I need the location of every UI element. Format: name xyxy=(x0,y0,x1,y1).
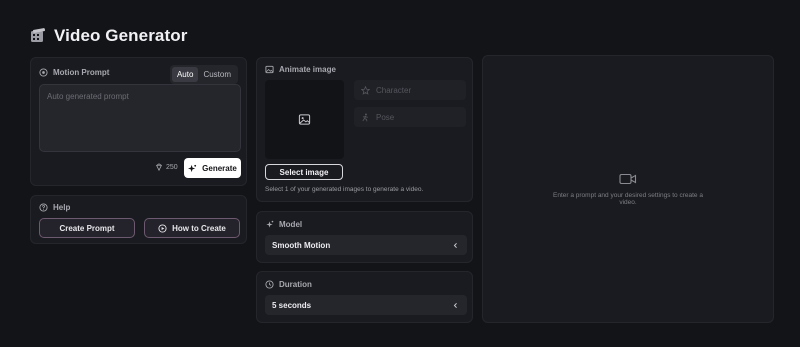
prompt-mode-toggle: Auto Custom xyxy=(169,65,238,84)
image-placeholder-icon xyxy=(298,114,311,125)
preview-empty-state: Enter a prompt and your desired settings… xyxy=(483,172,773,207)
animate-image-label: Animate image xyxy=(279,65,336,74)
duration-header: Duration xyxy=(265,280,312,289)
motion-prompt-panel: Motion Prompt Auto Custom Auto generated… xyxy=(30,57,247,186)
create-prompt-button[interactable]: Create Prompt xyxy=(39,218,135,238)
clock-icon xyxy=(265,280,274,289)
sparkle-icon xyxy=(188,164,197,172)
motion-prompt-label: Motion Prompt xyxy=(53,68,110,77)
credits-value: 250 xyxy=(166,163,178,171)
help-header: Help xyxy=(39,203,70,212)
film-icon xyxy=(31,28,46,42)
model-value: Smooth Motion xyxy=(272,240,331,250)
credits-cost: 250 xyxy=(155,163,178,171)
duration-select[interactable]: 5 seconds xyxy=(265,295,467,315)
select-image-button[interactable]: Select image xyxy=(265,164,343,180)
video-preview-panel: Enter a prompt and your desired settings… xyxy=(482,55,774,323)
animate-image-header: Animate image xyxy=(265,65,336,74)
chevron-left-icon xyxy=(453,302,457,308)
model-panel: Model Smooth Motion xyxy=(256,211,473,263)
duration-panel: Duration 5 seconds xyxy=(256,271,473,323)
image-drop-area[interactable] xyxy=(265,80,344,159)
model-label: Model xyxy=(279,220,303,229)
mode-custom-button[interactable]: Custom xyxy=(198,67,236,82)
generate-button[interactable]: Generate xyxy=(184,158,241,178)
animate-image-panel: Animate image Character Pose Select imag… xyxy=(256,57,473,202)
image-icon xyxy=(265,65,274,74)
character-option[interactable]: Character xyxy=(354,80,466,100)
page-title: Video Generator xyxy=(54,26,188,45)
mode-auto-button[interactable]: Auto xyxy=(171,67,199,82)
create-prompt-label: Create Prompt xyxy=(59,223,115,233)
help-icon xyxy=(39,203,48,212)
help-panel: Help Create Prompt How to Create xyxy=(30,195,247,244)
chevron-left-icon xyxy=(453,242,457,248)
page-header: Video Generator xyxy=(30,26,187,46)
motion-icon xyxy=(39,68,48,77)
video-camera-icon xyxy=(619,173,637,185)
pose-label: Pose xyxy=(376,112,395,122)
how-to-create-label: How to Create xyxy=(172,223,226,233)
preview-empty-text: Enter a prompt and your desired settings… xyxy=(553,192,703,207)
prompt-input[interactable]: Auto generated prompt xyxy=(39,84,241,152)
duration-value: 5 seconds xyxy=(272,300,312,310)
play-icon xyxy=(158,223,167,233)
character-icon xyxy=(361,85,370,95)
help-label: Help xyxy=(53,203,71,212)
motion-prompt-header: Motion Prompt xyxy=(39,68,109,77)
pose-option[interactable]: Pose xyxy=(354,107,466,127)
pose-icon xyxy=(362,112,368,121)
model-sparkle-icon xyxy=(266,220,274,228)
model-header: Model xyxy=(265,220,302,229)
diamond-icon xyxy=(156,163,162,171)
how-to-create-button[interactable]: How to Create xyxy=(144,218,240,238)
character-label: Character xyxy=(376,85,412,95)
model-select[interactable]: Smooth Motion xyxy=(265,235,467,255)
generate-label: Generate xyxy=(202,163,237,173)
animate-hint-text: Select 1 of your generated images to gen… xyxy=(265,186,424,193)
duration-label: Duration xyxy=(279,280,312,289)
